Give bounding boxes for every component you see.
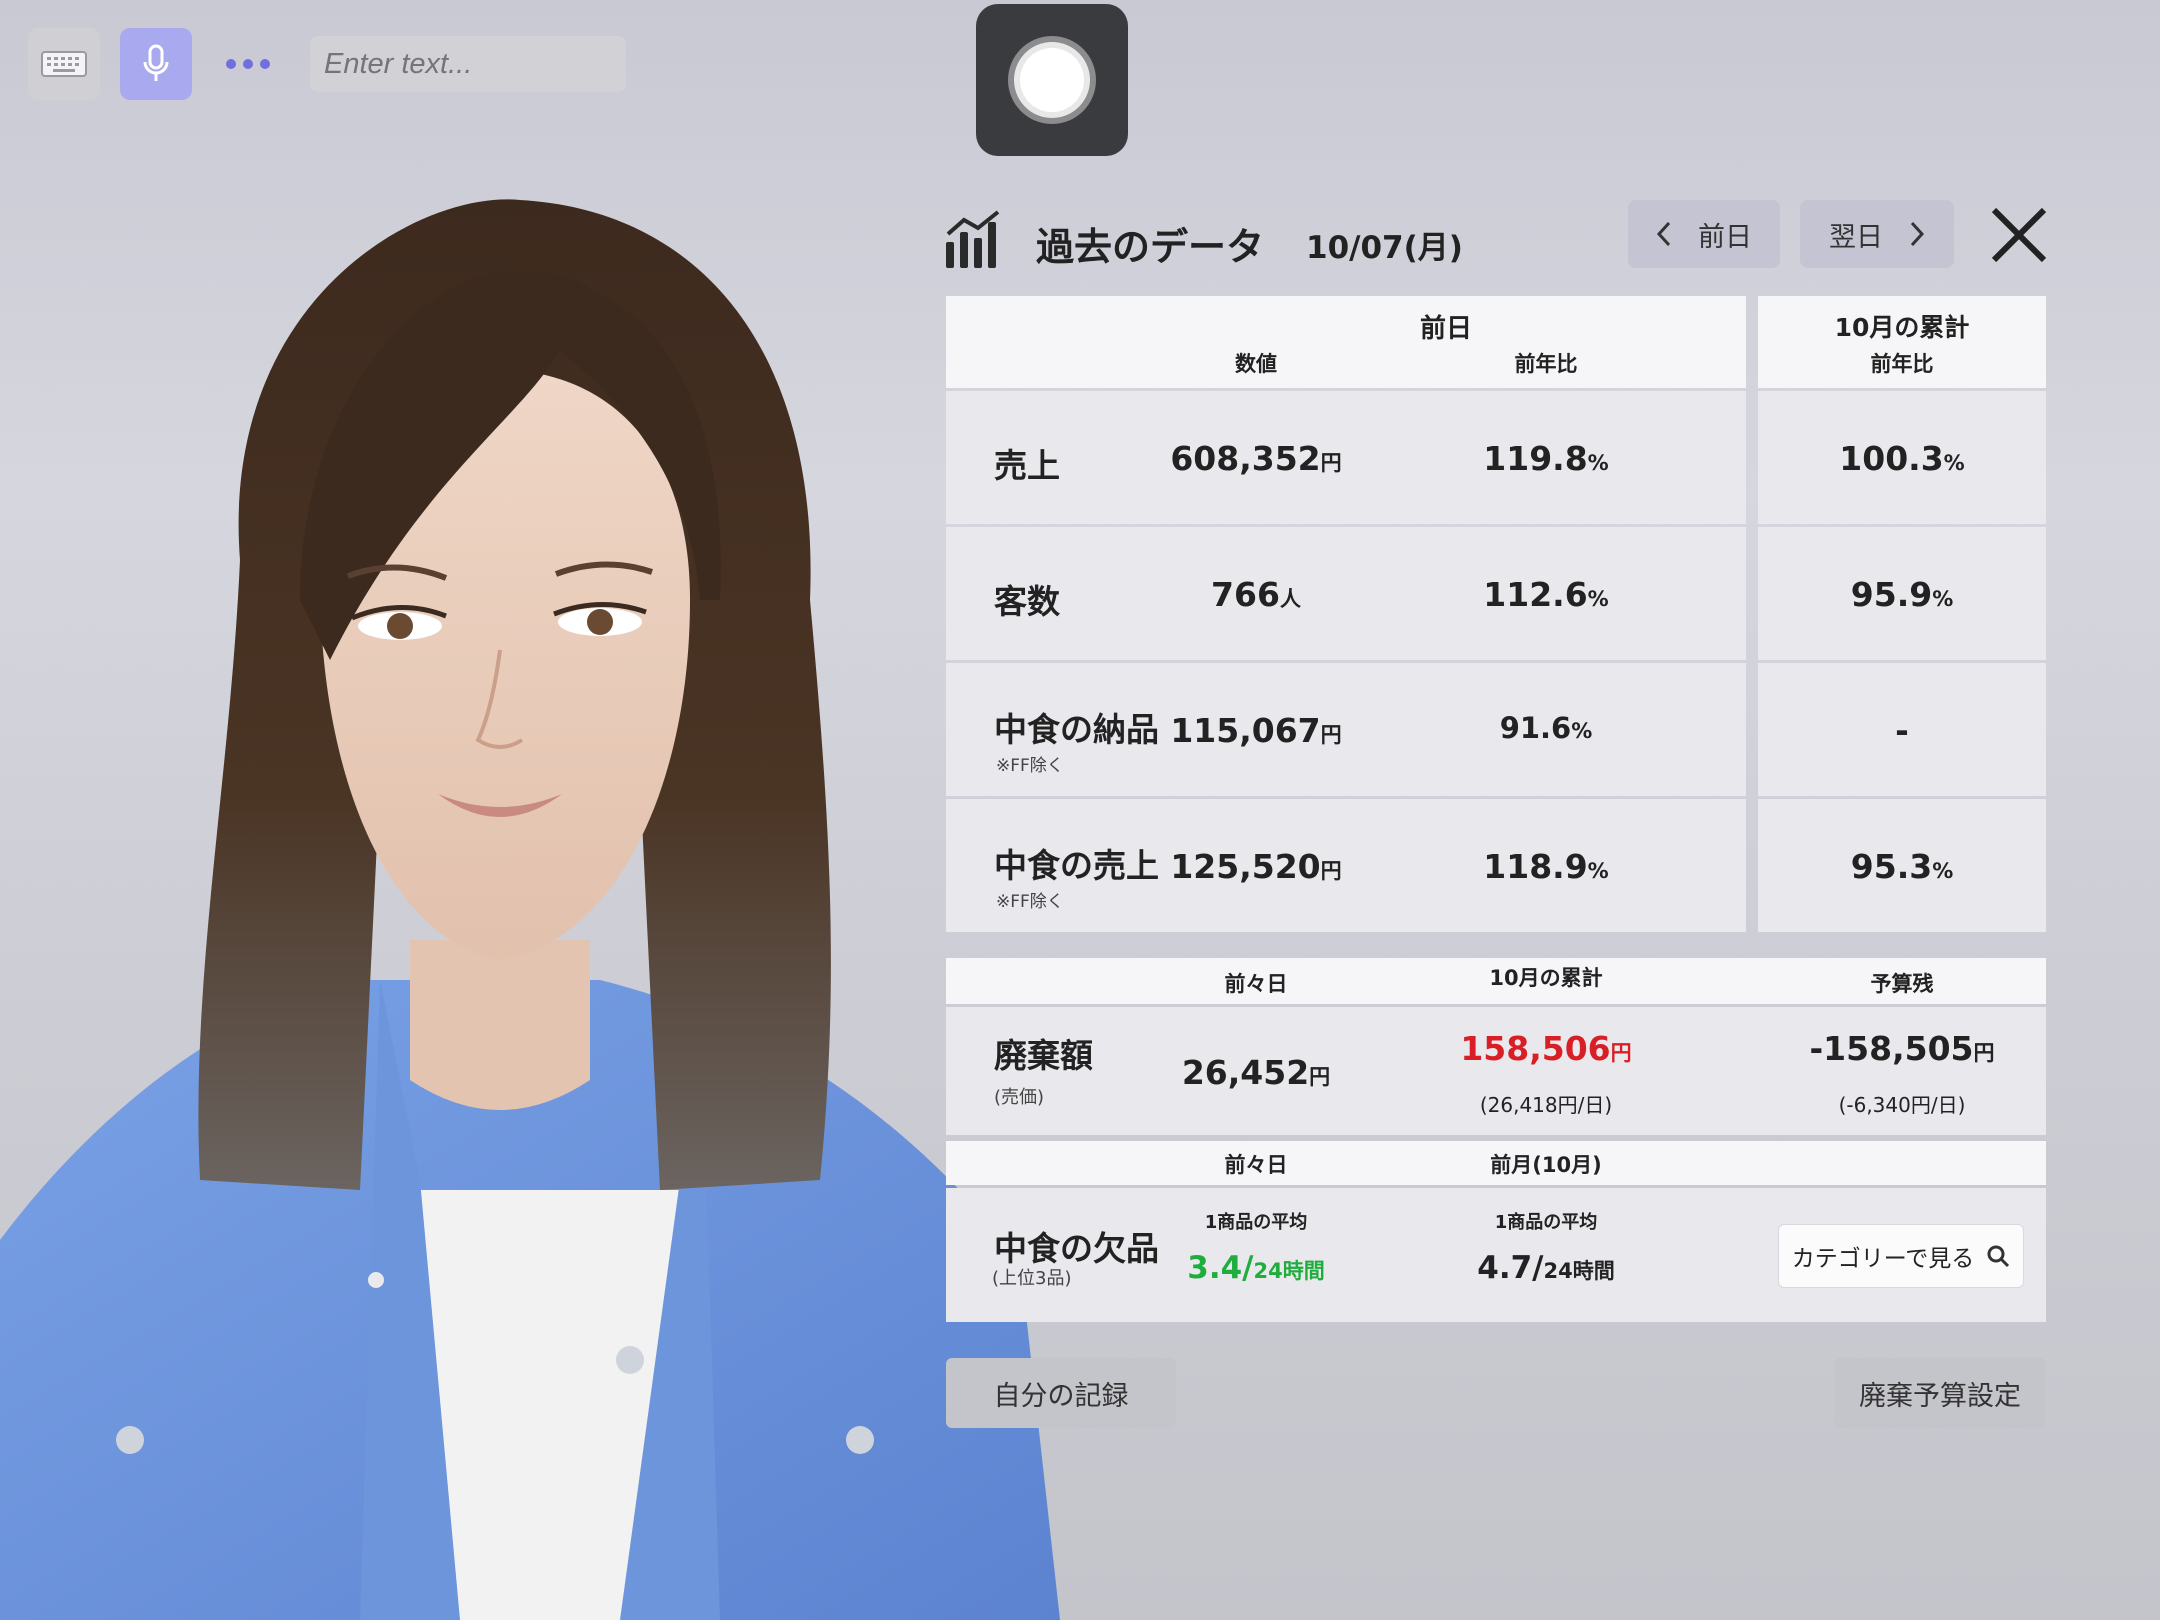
waste-month-value: 158,506円 — [1460, 1029, 1632, 1068]
table-row: 売上 608,352円 119.8% 100.3% — [946, 391, 2046, 524]
close-icon[interactable] — [1988, 204, 2050, 266]
row-value: 608,352円 — [1170, 439, 1342, 478]
header-prev-month: 前月(10月) — [1490, 1153, 1602, 1177]
header-day-before: 前々日 — [1224, 972, 1288, 996]
header-budget-remaining: 予算残 — [1870, 972, 1934, 996]
row-value: 125,520円 — [1170, 847, 1342, 886]
waste-table-header: 前々日 10月の累計 予算残 — [946, 958, 2046, 1004]
avatar-character — [0, 180, 1080, 1620]
view-by-category-button[interactable]: カテゴリーで見る — [1778, 1224, 2024, 1288]
stockout-day-value: 3.4/24時間 — [1187, 1250, 1325, 1286]
stockout-label: 中食の欠品 — [994, 1229, 1159, 1268]
row-yoy: 118.9% — [1483, 847, 1609, 886]
row-value: 115,067円 — [1170, 711, 1342, 750]
header-value: 数値 — [1235, 352, 1277, 376]
search-icon — [1987, 1245, 2010, 1268]
waste-day-value: 26,452円 — [1181, 1053, 1331, 1092]
header-month-yoy: 前年比 — [1870, 352, 1934, 376]
text-input[interactable] — [310, 36, 626, 92]
waste-note: (売価) — [994, 1087, 1045, 1108]
stockout-row: 中食の欠品 (上位3品) 1商品の平均 3.4/24時間 1商品の平均 4.7/… — [946, 1188, 2046, 1322]
header-month-total: 10月の累計 — [1834, 313, 1970, 342]
row-label: 客数 — [994, 582, 1060, 621]
more-icon — [226, 59, 270, 69]
stockout-month-value: 4.7/24時間 — [1477, 1250, 1615, 1286]
chart-icon — [946, 210, 1000, 268]
table-row: 中食の納品 ※FF除く 115,067円 91.6% - — [946, 663, 2046, 796]
row-value: 766人 — [1211, 575, 1301, 614]
panel-header: 過去のデータ 10/07(月) 前日 翌日 — [944, 200, 2047, 280]
waste-budget-value: -158,505円 — [1809, 1029, 1995, 1068]
prev-day-button[interactable]: 前日 — [1628, 200, 1780, 268]
row-month-yoy: 95.9% — [1850, 575, 1954, 614]
row-yoy: 112.6% — [1483, 575, 1609, 614]
header-day-before: 前々日 — [1224, 1153, 1288, 1177]
row-month-yoy: - — [1895, 711, 1909, 750]
next-day-label: 翌日 — [1829, 221, 1883, 253]
stockout-note: (上位3品) — [992, 1268, 1072, 1289]
view-by-category-label: カテゴリーで見る — [1791, 1246, 1975, 1272]
row-note: ※FF除く — [996, 892, 1064, 912]
header-yoy: 前年比 — [1514, 352, 1578, 376]
waste-budget-per-day: (-6,340円/日) — [1838, 1093, 1966, 1117]
row-label: 中食の売上 — [994, 846, 1159, 885]
header-prev-day: 前日 — [1419, 314, 1472, 344]
stockout-table-header: 前々日 前月(10月) — [946, 1141, 2046, 1185]
record-icon — [1008, 36, 1096, 124]
row-yoy: 119.8% — [1483, 439, 1609, 478]
daily-stats-table: 前日 10月の累計 数値 前年比 前年比 売上 608,352円 119.8% … — [946, 296, 2046, 932]
panel-title: 過去のデータ — [1036, 225, 1265, 269]
stockout-day-caption: 1商品の平均 — [1204, 1212, 1308, 1233]
record-button[interactable] — [976, 4, 1128, 156]
waste-month-per-day: (26,418円/日) — [1479, 1093, 1613, 1117]
row-yoy: 91.6% — [1499, 711, 1593, 745]
next-day-button[interactable]: 翌日 — [1800, 200, 1954, 268]
my-records-button[interactable]: 自分の記録 — [946, 1358, 1176, 1428]
waste-table: 前々日 10月の累計 予算残 廃棄額 (売価) 26,452円 158,506円… — [946, 958, 2046, 1322]
chevron-left-icon — [1656, 221, 1671, 247]
waste-row: 廃棄額 (売価) 26,452円 158,506円 (26,418円/日) -1… — [946, 1007, 2046, 1135]
prev-day-label: 前日 — [1698, 221, 1752, 253]
waste-budget-settings-button[interactable]: 廃棄予算設定 — [1834, 1358, 2046, 1428]
more-button[interactable] — [212, 28, 284, 100]
microphone-icon — [143, 44, 169, 81]
row-label: 売上 — [994, 446, 1060, 485]
row-note: ※FF除く — [996, 756, 1064, 776]
panel-date: 10/07(月) — [1306, 230, 1463, 266]
microphone-button[interactable] — [120, 28, 192, 100]
row-month-yoy: 95.3% — [1850, 847, 1954, 886]
table-row: 中食の売上 ※FF除く 125,520円 118.9% 95.3% — [946, 799, 2046, 932]
chevron-right-icon — [1910, 221, 1925, 247]
header-month-total: 10月の累計 — [1489, 966, 1603, 990]
top-toolbar — [28, 28, 626, 100]
row-month-yoy: 100.3% — [1839, 439, 1965, 478]
waste-label: 廃棄額 — [994, 1036, 1093, 1075]
table-row: 客数 766人 112.6% 95.9% — [946, 527, 2046, 660]
keyboard-icon — [41, 51, 87, 77]
stockout-month-caption: 1商品の平均 — [1494, 1212, 1598, 1233]
row-label: 中食の納品 — [994, 710, 1159, 749]
keyboard-button[interactable] — [28, 28, 100, 100]
table-header: 前日 10月の累計 数値 前年比 前年比 — [946, 296, 2046, 388]
